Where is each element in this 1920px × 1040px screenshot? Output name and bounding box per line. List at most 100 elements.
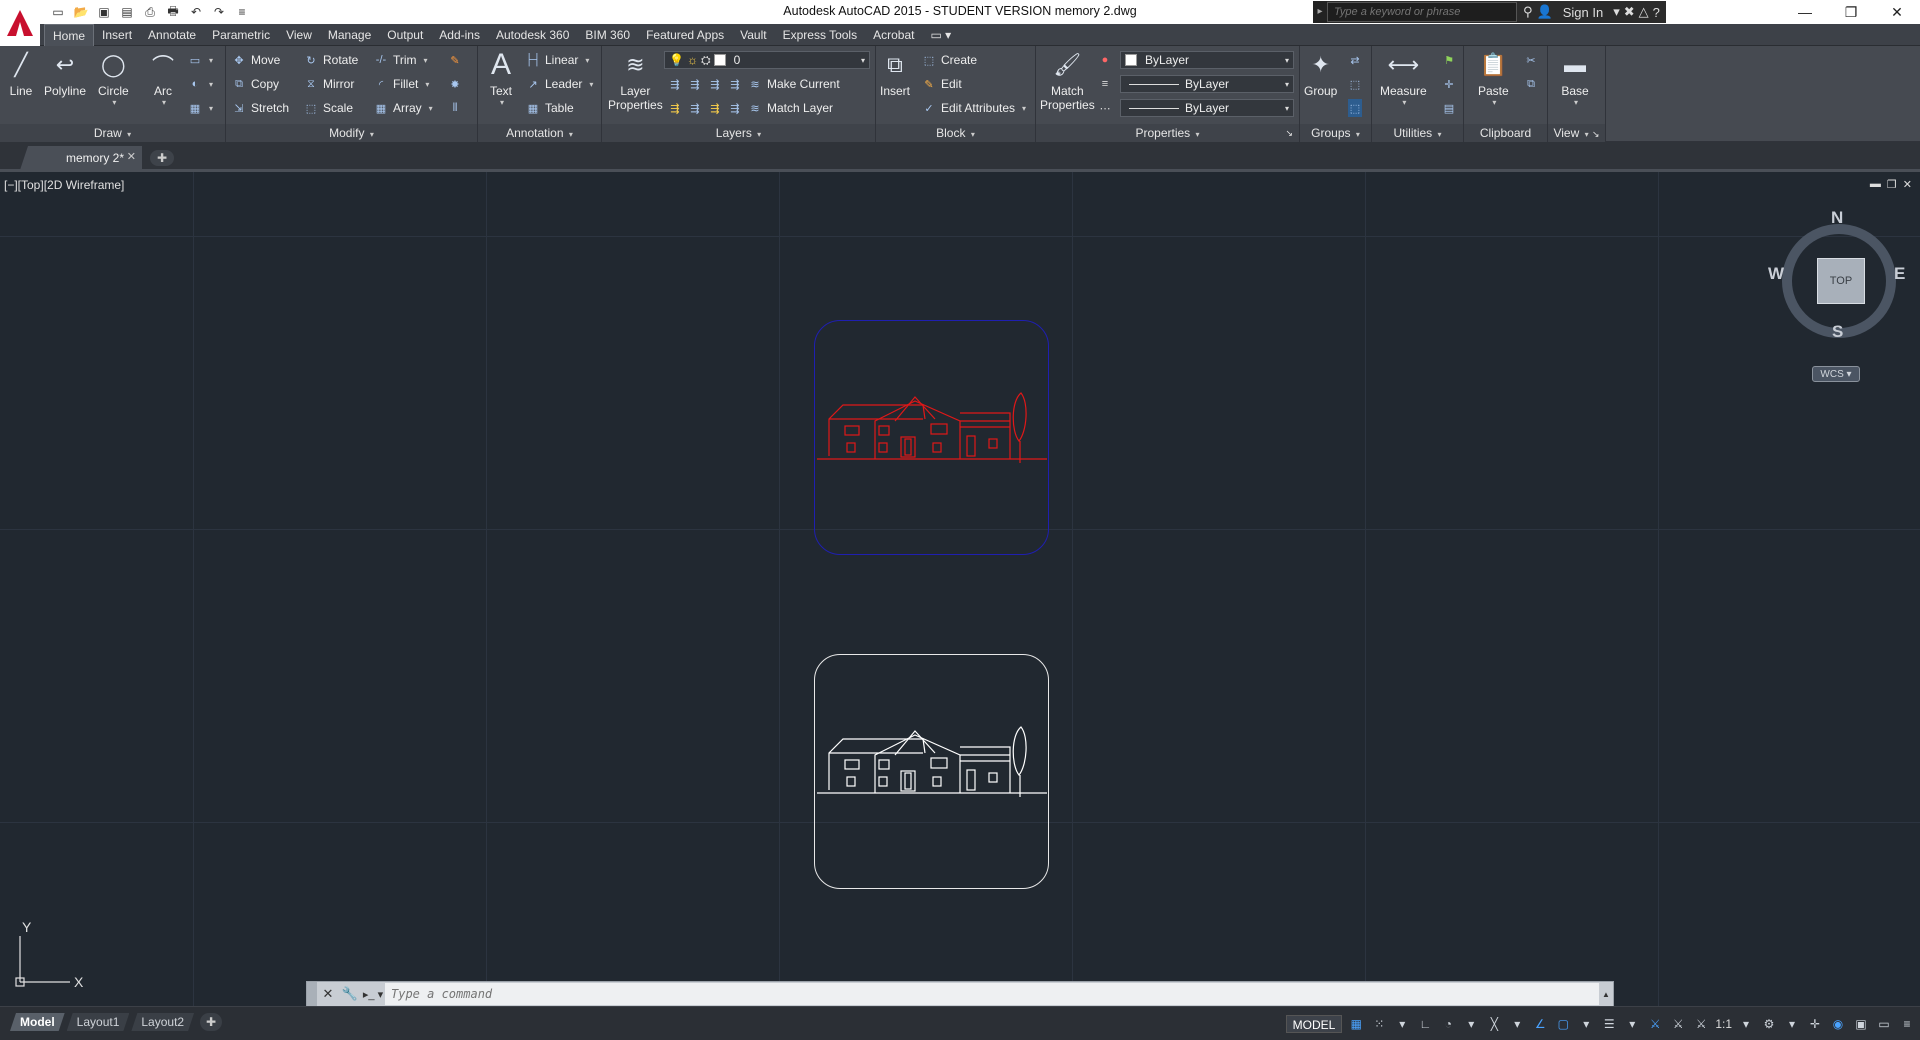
annotation-panel-title[interactable]: Annotation ▾ <box>478 124 601 142</box>
wcs-menu-button[interactable]: WCS ▾ <box>1812 366 1860 382</box>
chevron-down-icon[interactable]: ▾ <box>1783 1015 1801 1033</box>
house-block-white[interactable] <box>814 654 1049 889</box>
move-button[interactable]: ✥ Move <box>232 51 280 69</box>
add-layout-button[interactable]: ✚ <box>200 1013 223 1031</box>
chevron-down-icon[interactable]: ▾ <box>1462 1015 1480 1033</box>
sign-in-button[interactable]: Sign In <box>1557 5 1609 20</box>
array-button[interactable]: ▦ Array ▾ <box>374 99 433 117</box>
draw-panel-title[interactable]: Draw ▾ <box>0 124 225 142</box>
file-tab-memory-2[interactable]: memory 2* ✕ <box>20 146 142 170</box>
tab-acrobat[interactable]: Acrobat <box>865 24 922 46</box>
color-dropdown[interactable]: ByLayer ▾ <box>1120 51 1294 69</box>
layer-lock-button[interactable]: ⇶ <box>728 75 742 93</box>
groups-panel-title[interactable]: Groups ▾ <box>1300 124 1371 142</box>
tab-layout1[interactable]: Layout1 <box>67 1013 130 1031</box>
annotation-scale-icon[interactable]: ⚔ <box>1692 1015 1710 1033</box>
restore-button[interactable]: ❐ <box>1828 0 1874 24</box>
view-panel-title[interactable]: View ▾ ↘ <box>1548 124 1605 142</box>
polyline-button[interactable]: ↩ Polyline <box>44 50 86 98</box>
paste-button[interactable]: 📋 Paste ▾ <box>1478 50 1509 107</box>
block-panel-title[interactable]: Block ▾ <box>876 124 1035 142</box>
tab-express-tools[interactable]: Express Tools <box>775 24 865 46</box>
scale-button[interactable]: ⬚ Scale <box>304 99 353 117</box>
tab-model[interactable]: Model <box>10 1013 65 1031</box>
application-menu-button[interactable] <box>0 0 40 46</box>
annotation-scale-value[interactable]: 1:1 <box>1715 1017 1732 1031</box>
close-button[interactable]: ✕ <box>1874 0 1920 24</box>
drawing-canvas[interactable]: [−][Top][2D Wireframe] ▬ ❐ ✕ TOP N S E W… <box>0 172 1920 1006</box>
boundary-button[interactable]: ▦ ▾ <box>188 99 213 117</box>
new-tab-button[interactable]: ✚ <box>150 150 174 166</box>
measure-button[interactable]: ⟷ Measure ▾ <box>1380 50 1427 107</box>
copy-clip-button[interactable]: ⧉ <box>1524 75 1538 93</box>
mirror-button[interactable]: ⧖ Mirror <box>304 75 354 93</box>
customize-icon[interactable]: 🔧 <box>339 982 361 1006</box>
workspace-gear-icon[interactable]: ⚙ <box>1760 1015 1778 1033</box>
snap-icon[interactable]: ⁙ <box>1370 1015 1388 1033</box>
properties-panel-title[interactable]: Properties ▾ ↘ <box>1036 124 1299 142</box>
object-snap-icon[interactable]: ▢ <box>1554 1015 1572 1033</box>
compass-north[interactable]: N <box>1831 208 1843 228</box>
arc-button[interactable]: ⌒ Arc ▾ <box>148 50 178 107</box>
layer-freeze-button[interactable]: ⇶ <box>708 75 722 93</box>
recent-commands-icon[interactable]: ▸_ ▾ <box>361 988 385 1001</box>
viewport-close-icon[interactable]: ✕ <box>1903 178 1912 191</box>
isodraft-icon[interactable]: ╳ <box>1485 1015 1503 1033</box>
create-block-button[interactable]: ⬚ Create <box>922 51 977 69</box>
linetype-dropdown[interactable]: ByLayer ▾ <box>1120 99 1294 117</box>
erase-button[interactable]: ✎ <box>448 51 462 69</box>
open-icon[interactable]: 📂 <box>71 3 91 21</box>
cut-button[interactable]: ✂ <box>1524 51 1538 69</box>
chevron-down-icon[interactable]: ▾ <box>1737 1015 1755 1033</box>
help-search-input[interactable] <box>1327 2 1517 22</box>
tab-home[interactable]: Home <box>44 24 95 46</box>
lineweight-dropdown[interactable]: ByLayer ▾ <box>1120 75 1294 93</box>
layer-unisolate-button[interactable]: ⇶ <box>688 99 702 117</box>
viewport-minimize-icon[interactable]: ▬ <box>1870 178 1881 191</box>
layer-dropdown[interactable]: 💡 ☼ ⛭ 0 ▾ <box>664 51 870 69</box>
offset-button[interactable]: ⫴ <box>448 99 462 117</box>
rotate-button[interactable]: ↻ Rotate <box>304 51 358 69</box>
group-selection-toggle[interactable]: ⬚ <box>1348 99 1362 117</box>
annotation-visibility-icon[interactable]: ⚔ <box>1646 1015 1664 1033</box>
grid-icon[interactable]: ▦ <box>1347 1015 1365 1033</box>
ribbon-minimize-toggle[interactable]: ▭ ▾ <box>922 24 959 46</box>
plot-icon[interactable]: 🖶 <box>163 3 183 21</box>
close-command-line-icon[interactable]: ✕ <box>317 982 339 1006</box>
minimize-button[interactable]: — <box>1782 0 1828 24</box>
object-snap-tracking-icon[interactable]: ∠ <box>1531 1015 1549 1033</box>
undo-icon[interactable]: ↶ <box>186 3 206 21</box>
exchange-apps-icon[interactable]: ✖ <box>1624 4 1635 20</box>
customization-menu-icon[interactable]: ≡ <box>1898 1015 1916 1033</box>
base-view-button[interactable]: ▬ Base ▾ <box>1560 50 1590 107</box>
tab-manage[interactable]: Manage <box>320 24 379 46</box>
fillet-button[interactable]: ◜ Fillet ▾ <box>374 75 430 93</box>
plus-icon[interactable]: ✛ <box>1806 1015 1824 1033</box>
match-layer-button[interactable]: ≋ Match Layer <box>748 99 833 117</box>
layer-off-button[interactable]: ⇶ <box>668 75 682 93</box>
user-icon[interactable]: 👤 <box>1537 4 1553 20</box>
quick-select-button[interactable]: ⚑ <box>1442 51 1456 69</box>
lineweight-display-icon[interactable]: ☰ <box>1600 1015 1618 1033</box>
isolate-objects-icon[interactable]: ◉ <box>1829 1015 1847 1033</box>
modify-panel-title[interactable]: Modify ▾ <box>226 124 477 142</box>
help-icon[interactable]: ? <box>1653 5 1660 20</box>
make-current-button[interactable]: ≋ Make Current <box>748 75 839 93</box>
compass-south[interactable]: S <box>1832 322 1843 342</box>
line-button[interactable]: ╱ Line <box>6 50 36 98</box>
tab-layout2[interactable]: Layout2 <box>131 1013 194 1031</box>
utilities-panel-title[interactable]: Utilities ▾ <box>1372 124 1463 142</box>
expand-search-icon[interactable]: ▸ <box>1313 1 1327 23</box>
text-button[interactable]: A Text ▾ <box>486 48 516 107</box>
layer-isolate-button[interactable]: ⇶ <box>688 75 702 93</box>
tab-annotate[interactable]: Annotate <box>140 24 204 46</box>
binoculars-icon[interactable]: ⚲ <box>1523 4 1533 20</box>
layer-thaw-button[interactable]: ⇶ <box>708 99 722 117</box>
tab-vault[interactable]: Vault <box>732 24 774 46</box>
close-tab-icon[interactable]: ✕ <box>127 150 136 163</box>
compass-west[interactable]: W <box>1768 264 1784 284</box>
group-button[interactable]: ✦ Group <box>1304 50 1337 98</box>
viewport-controls-label[interactable]: [−][Top][2D Wireframe] <box>4 178 124 192</box>
clipboard-panel-title[interactable]: Clipboard <box>1464 124 1547 142</box>
tab-parametric[interactable]: Parametric <box>204 24 278 46</box>
